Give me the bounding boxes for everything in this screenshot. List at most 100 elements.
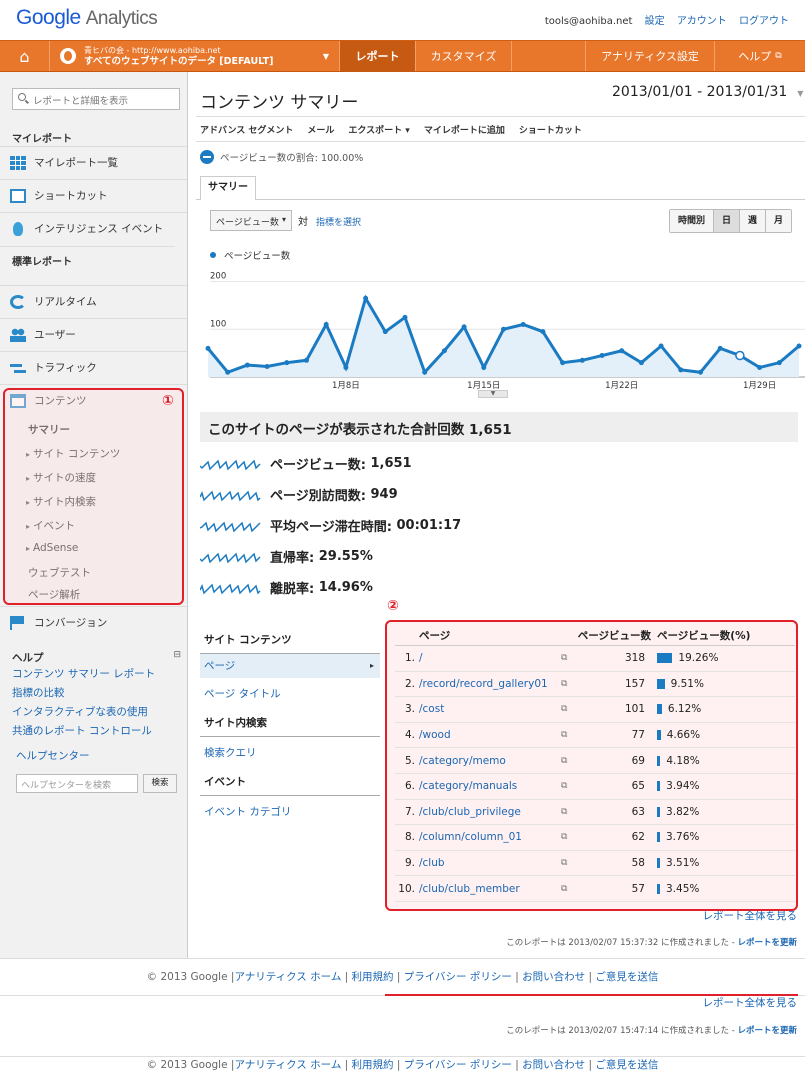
table-row[interactable]: 1. / ⧉ 318 19.26%	[395, 646, 795, 672]
stat-bounce-rate[interactable]: 直帰率: 29.55%	[200, 547, 373, 566]
view-full-report-link[interactable]: レポート全体を見る	[703, 995, 798, 1010]
dimension-event-category[interactable]: イベント カテゴリ	[204, 806, 291, 818]
account-selector[interactable]: 青ヒバの会 - http://www.aohiba.net すべてのウェブサイトの…	[50, 41, 340, 71]
data-point[interactable]	[205, 345, 211, 351]
col-page[interactable]: ページ	[419, 628, 561, 643]
settings-link[interactable]: 設定	[645, 16, 665, 27]
data-point[interactable]	[638, 360, 644, 366]
dimension-page-title[interactable]: ページ タイトル	[204, 688, 281, 700]
data-point[interactable]	[323, 322, 329, 327]
data-point[interactable]	[796, 343, 802, 349]
col-pageviews[interactable]: ページビュー数	[577, 628, 657, 643]
data-point[interactable]	[402, 314, 408, 320]
table-row[interactable]: 3. /cost ⧉ 101 6.12%	[395, 697, 795, 723]
date-range-picker[interactable]: 2013/01/01 - 2013/01/31 ▼	[612, 84, 803, 100]
open-page-icon[interactable]: ⧉	[561, 704, 577, 714]
page-link[interactable]: /	[419, 652, 561, 664]
table-row[interactable]: 9. /club ⧉ 58 3.51%	[395, 851, 795, 877]
footer-link[interactable]: お問い合わせ	[522, 971, 585, 983]
select-metric-link[interactable]: 指標を選択	[316, 215, 361, 228]
shortcut-button[interactable]: ショートカット	[519, 123, 582, 136]
table-row[interactable]: 7. /club/club_privilege ⧉ 63 3.82%	[395, 800, 795, 826]
report-search-input[interactable]: レポートと詳細を表示	[12, 88, 180, 110]
data-point[interactable]	[481, 364, 487, 370]
refresh-report-link[interactable]: レポートを更新	[737, 1026, 797, 1036]
table-row[interactable]: 6. /category/manuals ⧉ 65 3.94%	[395, 774, 795, 800]
table-row[interactable]: 8. /column/column_01 ⧉ 62 3.76%	[395, 825, 795, 851]
metric-select[interactable]: ページビュー数	[210, 210, 292, 231]
footer-link[interactable]: ご意見を送信	[595, 971, 658, 983]
granularity-hour[interactable]: 時間別	[670, 210, 715, 232]
footer-link[interactable]: プライバシー ポリシー	[404, 1059, 512, 1071]
page-link[interactable]: /record/record_gallery01	[419, 678, 561, 690]
page-link[interactable]: /category/memo	[419, 755, 561, 767]
open-page-icon[interactable]: ⧉	[561, 884, 577, 894]
tab-customize[interactable]: カスタマイズ	[416, 41, 512, 71]
data-point[interactable]	[540, 329, 546, 335]
dimension-page[interactable]: ページ	[200, 654, 380, 678]
page-link[interactable]: /wood	[419, 729, 561, 741]
table-row[interactable]: 4. /wood ⧉ 77 4.66%	[395, 723, 795, 749]
open-page-icon[interactable]: ⧉	[561, 756, 577, 766]
table-row[interactable]: 5. /category/memo ⧉ 69 4.18%	[395, 748, 795, 774]
data-point[interactable]	[698, 369, 703, 375]
help-search-input[interactable]: ヘルプセンターを検索	[16, 774, 138, 793]
chart-resize-handle[interactable]: ▼	[478, 390, 508, 398]
sidebar-item-my-reports[interactable]: マイレポート一覧	[0, 146, 187, 178]
data-point[interactable]	[735, 350, 745, 361]
page-link[interactable]: /category/manuals	[419, 780, 561, 792]
footer-link[interactable]: アナリティクス ホーム	[234, 1059, 341, 1071]
stat-exit-rate[interactable]: 離脱率: 14.96%	[200, 578, 373, 597]
open-page-icon[interactable]: ⧉	[561, 730, 577, 740]
page-link[interactable]: /cost	[419, 703, 561, 715]
footer-link[interactable]: お問い合わせ	[522, 1059, 585, 1071]
data-point[interactable]	[244, 362, 250, 368]
sidebar-item-shortcuts[interactable]: ショートカット	[0, 179, 187, 211]
granularity-week[interactable]: 週	[740, 210, 767, 232]
sidebar-item-realtime[interactable]: リアルタイム	[0, 285, 187, 317]
page-link[interactable]: /club/club_privilege	[419, 806, 561, 818]
refresh-report-link[interactable]: レポートを更新	[737, 938, 797, 948]
page-link[interactable]: /club/club_member	[419, 883, 561, 895]
data-point[interactable]	[304, 357, 309, 363]
footer-link[interactable]: 利用規約	[352, 971, 394, 983]
footer-link[interactable]: ご意見を送信	[595, 1059, 658, 1071]
tab-admin[interactable]: アナリティクス設定	[585, 41, 715, 71]
dimension-search-query[interactable]: 検索クエリ	[204, 747, 257, 759]
data-point[interactable]	[264, 364, 270, 369]
sidebar-item-users[interactable]: ユーザー	[0, 318, 187, 350]
help-link[interactable]: 共通のレポート コントロール	[12, 722, 175, 741]
data-point[interactable]	[422, 369, 428, 375]
stat-avg-time[interactable]: 平均ページ滞在時間: 00:01:17	[200, 516, 461, 535]
account-link[interactable]: アカウント	[677, 16, 727, 27]
open-page-icon[interactable]: ⧉	[561, 832, 577, 842]
sidebar-item-traffic[interactable]: トラフィック	[0, 351, 187, 383]
data-point[interactable]	[717, 345, 723, 351]
logout-link[interactable]: ログアウト	[739, 16, 789, 27]
export-button[interactable]: エクスポート ▾	[348, 123, 409, 136]
tab-summary[interactable]: サマリー	[200, 176, 256, 200]
help-search-button[interactable]: 検索	[143, 774, 177, 793]
data-point[interactable]	[599, 353, 605, 359]
sidebar-item-conversion[interactable]: コンバージョン	[0, 606, 187, 638]
col-pageviews-pct[interactable]: ページビュー数(%)	[657, 628, 795, 643]
help-center-link[interactable]: ヘルプセンター	[16, 747, 175, 766]
help-link[interactable]: 指標の比較	[12, 684, 175, 703]
granularity-month[interactable]: 月	[766, 210, 792, 232]
data-point[interactable]	[461, 324, 467, 330]
data-point[interactable]	[343, 364, 349, 370]
data-point[interactable]	[363, 295, 369, 301]
open-page-icon[interactable]: ⧉	[561, 653, 577, 663]
page-link[interactable]: /club	[419, 857, 561, 869]
data-point[interactable]	[678, 367, 684, 373]
email-button[interactable]: メール	[307, 123, 334, 136]
data-point[interactable]	[382, 329, 388, 335]
help-link[interactable]: インタラクティブな表の使用	[12, 703, 175, 722]
data-point[interactable]	[520, 322, 526, 327]
open-page-icon[interactable]: ⧉	[561, 807, 577, 817]
data-point[interactable]	[776, 360, 782, 366]
data-point[interactable]	[225, 369, 231, 375]
open-page-icon[interactable]: ⧉	[561, 781, 577, 791]
data-point[interactable]	[441, 348, 447, 354]
footer-link[interactable]: プライバシー ポリシー	[404, 971, 512, 983]
